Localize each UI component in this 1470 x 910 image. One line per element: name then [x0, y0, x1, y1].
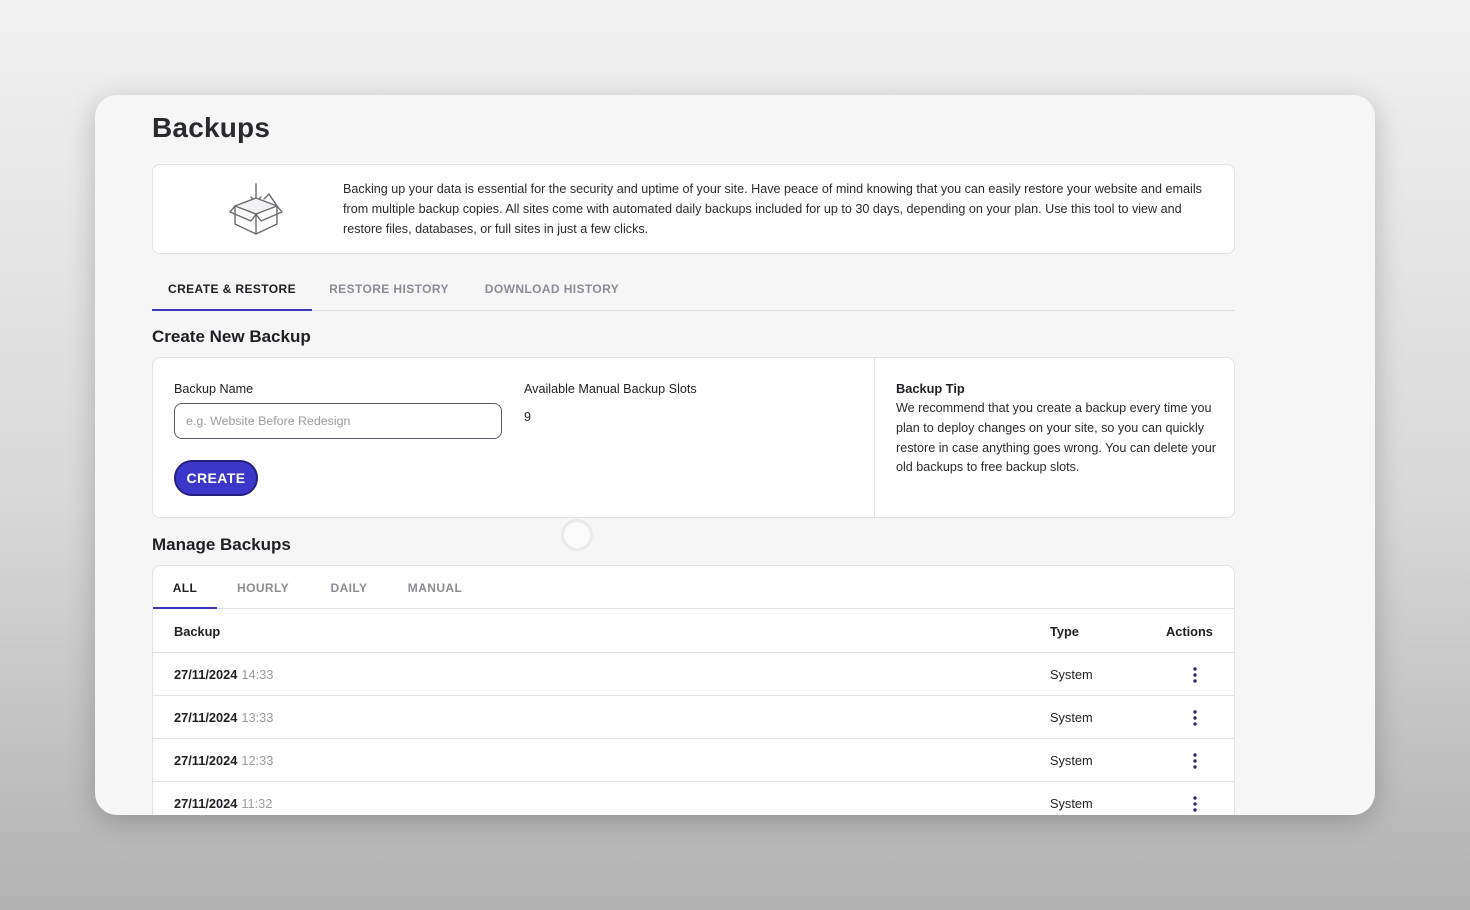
table-row: 27/11/2024 13:33 System: [153, 696, 1234, 739]
manage-section-title: Manage Backups: [152, 535, 291, 554]
backup-name-input[interactable]: [174, 403, 502, 439]
tip-text: We recommend that you create a backup ev…: [896, 401, 1216, 475]
package-download-icon: [229, 183, 283, 235]
backup-date-value: 27/11/2024: [174, 667, 238, 682]
main-tabs: CREATE & RESTORE RESTORE HISTORY DOWNLOA…: [152, 269, 1235, 311]
backup-type: System: [1050, 667, 1093, 682]
manage-backups-card: ALL HOURLY DAILY MANUAL Backup Type Acti…: [152, 565, 1235, 815]
slots-label: Available Manual Backup Slots: [524, 382, 697, 396]
backup-date-value: 27/11/2024: [174, 796, 238, 811]
backup-time: 14:33: [241, 667, 274, 682]
loading-spinner-icon: [561, 519, 593, 551]
table-row: 27/11/2024 12:33 System: [153, 739, 1234, 782]
info-description: Backing up your data is essential for th…: [343, 182, 1202, 236]
column-actions: Actions: [1166, 624, 1213, 639]
backup-time: 12:33: [241, 753, 274, 768]
card-divider: [874, 358, 875, 517]
filter-tab-hourly[interactable]: HOURLY: [225, 566, 301, 609]
backup-filter-tabs: ALL HOURLY DAILY MANUAL: [153, 566, 1234, 609]
backup-date-value: 27/11/2024: [174, 753, 238, 768]
create-button[interactable]: CREATE: [174, 460, 258, 496]
backup-type: System: [1050, 796, 1093, 811]
backup-date-value: 27/11/2024: [174, 710, 238, 725]
filter-tab-manual[interactable]: MANUAL: [397, 566, 473, 609]
table-row: 27/11/2024 11:32 System: [153, 782, 1234, 815]
filter-tab-all[interactable]: ALL: [153, 566, 217, 609]
backup-date: 27/11/2024 12:33: [174, 753, 273, 768]
backup-name-label: Backup Name: [174, 382, 254, 396]
app-window: Backups Backing up your data is essentia…: [95, 95, 1375, 815]
tab-download-history[interactable]: DOWNLOAD HISTORY: [474, 269, 630, 311]
slots-value: 9: [524, 410, 532, 424]
more-actions-icon[interactable]: [1183, 664, 1207, 686]
create-backup-card: Backup Name Available Manual Backup Slot…: [152, 357, 1235, 518]
backup-date: 27/11/2024 14:33: [174, 667, 273, 682]
more-actions-icon[interactable]: [1183, 707, 1207, 729]
filter-tab-daily[interactable]: DAILY: [317, 566, 381, 609]
tab-restore-history[interactable]: RESTORE HISTORY: [322, 269, 456, 311]
column-backup: Backup: [174, 624, 221, 639]
table-row: 27/11/2024 14:33 System: [153, 653, 1234, 696]
column-type: Type: [1050, 624, 1079, 639]
tip-title: Backup Tip: [896, 381, 965, 396]
backup-type: System: [1050, 710, 1093, 725]
backup-time: 13:33: [241, 710, 274, 725]
tab-create-restore[interactable]: CREATE & RESTORE: [152, 269, 312, 311]
create-section-title: Create New Backup: [152, 327, 311, 346]
backup-date: 27/11/2024 13:33: [174, 710, 273, 725]
more-actions-icon[interactable]: [1183, 793, 1207, 815]
backup-time: 11:32: [241, 796, 273, 811]
backup-type: System: [1050, 753, 1093, 768]
table-header: Backup Type Actions: [153, 610, 1234, 653]
info-banner: Backing up your data is essential for th…: [152, 164, 1235, 254]
backup-date: 27/11/2024 11:32: [174, 796, 272, 811]
more-actions-icon[interactable]: [1183, 750, 1207, 772]
page-title: Backups: [152, 112, 271, 143]
